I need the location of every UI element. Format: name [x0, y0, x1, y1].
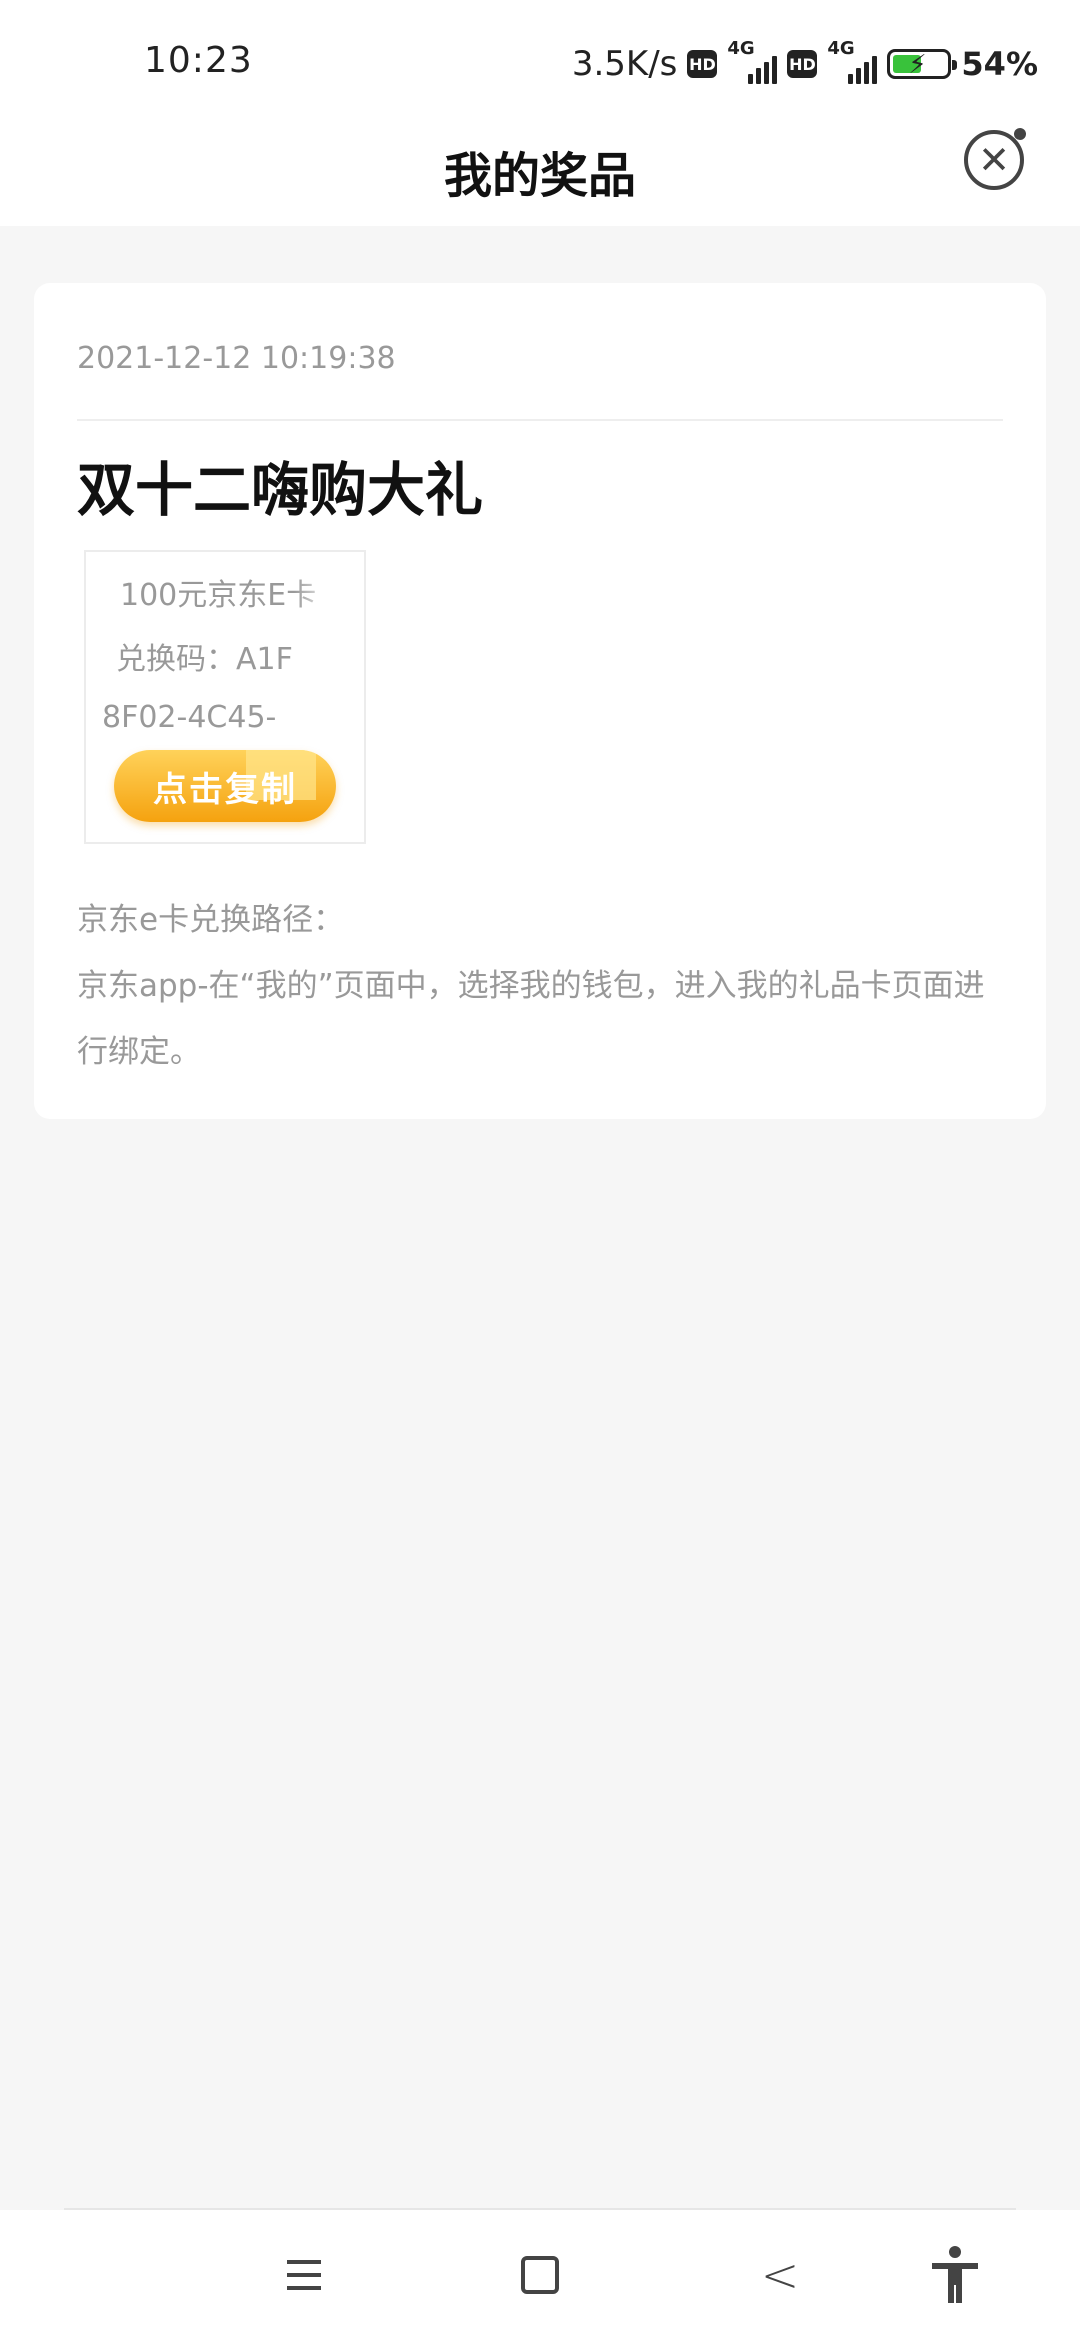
redeem-code-label: 兑换码：A1F — [116, 642, 293, 677]
redeem-instructions: 京东e卡兑换路径： 京东app-在“我的”页面中，选择我的钱包，进入我的礼品卡页… — [77, 887, 1007, 1085]
close-circle-icon: ✕ — [978, 138, 1010, 182]
status-time: 10:23 — [144, 40, 253, 81]
prize-card: 2021-12-12 10:19:38 双十二嗨购大礼 100元京东E卡 兑换码… — [34, 283, 1046, 1119]
status-icons: 3.5K/s HD 4G HD 4G ⚡ 54% — [571, 38, 1038, 86]
signal-icon-2: 4G — [827, 38, 878, 84]
net-speed: 3.5K/s — [571, 44, 678, 84]
divider — [77, 419, 1003, 421]
status-bar: 10:23 3.5K/s HD 4G HD 4G ⚡ 54% — [0, 0, 1080, 120]
copy-button-label: 点击复制 — [153, 769, 297, 810]
prize-timestamp: 2021-12-12 10:19:38 — [77, 341, 396, 376]
prize-detail-box: 100元京东E卡 兑换码：A1F 8F02-4C45- 点击复制 — [84, 550, 366, 844]
prize-name: 100元京东E卡 — [120, 578, 317, 613]
navigation-bar: < — [0, 2210, 1080, 2340]
close-button[interactable]: ✕ — [964, 128, 1026, 190]
menu-icon[interactable] — [274, 2210, 334, 2340]
title-bar: 我的奖品 ✕ — [0, 120, 1080, 226]
prize-title: 双十二嗨购大礼 — [77, 456, 484, 524]
hd-icon-2: HD — [787, 50, 818, 78]
home-icon[interactable] — [510, 2210, 570, 2340]
redeem-code-value: 8F02-4C45- — [102, 700, 277, 735]
back-icon[interactable]: < — [750, 2210, 810, 2340]
copy-button[interactable]: 点击复制 — [114, 750, 336, 822]
accessibility-icon[interactable] — [920, 2210, 990, 2340]
battery-percent: 54% — [961, 45, 1038, 83]
signal-icon: 4G — [727, 38, 778, 84]
hd-icon: HD — [687, 50, 718, 78]
redeem-path-body: 京东app-在“我的”页面中，选择我的钱包，进入我的礼品卡页面进行绑定。 — [77, 968, 985, 1070]
battery-icon: ⚡ — [887, 49, 958, 80]
page-title: 我的奖品 — [443, 148, 636, 204]
redeem-path-title: 京东e卡兑换路径： — [77, 902, 345, 938]
